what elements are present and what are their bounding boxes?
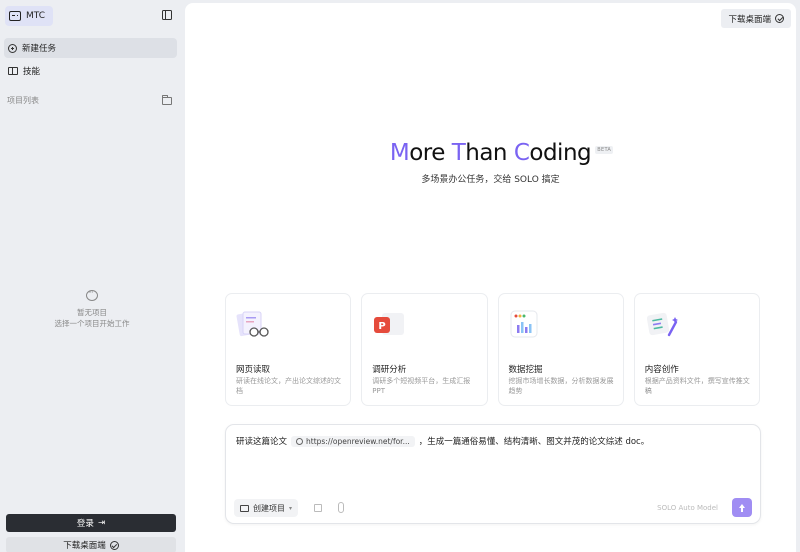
empty-hint: 选择一个项目开始工作 bbox=[54, 319, 130, 328]
book-icon bbox=[8, 67, 18, 75]
card-title: 网页读取 bbox=[236, 365, 271, 375]
composer-input[interactable]: 研读这篇论文 https://openreview.net/for... ，生成… bbox=[236, 435, 649, 447]
web-reading-icon bbox=[236, 311, 269, 337]
card-title: 调研分析 bbox=[372, 365, 407, 375]
hero: More Than Coding BETA 多场景办公任务，交给 SOLO 搞定 bbox=[185, 140, 796, 185]
beta-badge: BETA bbox=[595, 146, 614, 154]
writing-icon bbox=[646, 312, 678, 337]
download-icon bbox=[775, 14, 784, 23]
empty-projects: 暂无项目 选择一个项目开始工作 bbox=[0, 287, 184, 329]
link-chip[interactable]: https://openreview.net/for... bbox=[291, 435, 415, 447]
create-project-label: 创建项目 bbox=[253, 503, 285, 513]
workspace-name: MTC bbox=[26, 11, 46, 21]
project-list-header: 项目列表 bbox=[7, 94, 172, 106]
ppt-icon: P bbox=[374, 313, 405, 335]
mtc-logo-icon bbox=[9, 11, 21, 21]
arrow-up-icon bbox=[739, 503, 745, 512]
card-desc: 根据产品资料文件，撰写宣传推文稿 bbox=[644, 377, 750, 395]
login-label: 登录 bbox=[76, 519, 94, 529]
login-arrow-icon: ⇥ bbox=[97, 518, 106, 528]
chevron-down-icon: ▾ bbox=[289, 504, 293, 512]
scenario-card-research[interactable]: P 调研分析 调研多个短视频平台，生成汇报 PPT bbox=[361, 293, 488, 406]
download-label: 下载桌面端 bbox=[728, 14, 771, 25]
chat-icon bbox=[86, 287, 98, 301]
workspace-switcher[interactable]: MTC bbox=[5, 6, 54, 26]
scenario-cards: 网页读取 研读在线论文，产出论文综述的文档 P 调研分析 调研多个短视频平台，生… bbox=[225, 293, 760, 406]
composer-text-after: ，生成一篇通俗易懂、结构清晰、图文并茂的论文综述 doc。 bbox=[418, 437, 650, 447]
card-title: 内容创作 bbox=[644, 365, 679, 375]
folder-icon bbox=[240, 504, 249, 512]
new-folder-icon[interactable] bbox=[162, 94, 172, 105]
hero-subtitle: 多场景办公任务，交给 SOLO 搞定 bbox=[421, 175, 560, 185]
task-composer[interactable]: 研读这篇论文 https://openreview.net/for... ，生成… bbox=[225, 424, 761, 524]
header-download-button[interactable]: 下载桌面端 bbox=[721, 9, 791, 28]
main-panel: 下载桌面端 More Than Coding BETA 多场景办公任务，交给 S… bbox=[185, 3, 796, 552]
card-desc: 调研多个短视频平台，生成汇报 PPT bbox=[372, 377, 471, 395]
composer-text-before: 研读这篇论文 bbox=[236, 437, 288, 447]
sidebar-collapse-icon[interactable] bbox=[162, 10, 172, 20]
sidebar-item-skills[interactable]: 技能 bbox=[4, 61, 177, 81]
sidebar-item-label: 技能 bbox=[23, 67, 41, 77]
download-label: 下载桌面端 bbox=[63, 541, 106, 551]
sidebar-item-new-task[interactable]: 新建任务 bbox=[4, 38, 177, 58]
scenario-card-data-mining[interactable]: 数据挖掘 挖掘市场增长数据，分析数据发展趋势 bbox=[497, 293, 624, 406]
sidebar-download-button[interactable]: 下载桌面端 bbox=[6, 537, 176, 552]
empty-title: 暂无项目 bbox=[77, 308, 107, 317]
chart-icon bbox=[510, 310, 537, 338]
login-button[interactable]: 登录 ⇥ bbox=[6, 514, 176, 532]
project-list-title: 项目列表 bbox=[7, 96, 39, 105]
plus-circle-icon bbox=[8, 43, 17, 53]
scenario-card-web-reading[interactable]: 网页读取 研读在线论文，产出论文综述的文档 bbox=[225, 293, 352, 406]
globe-icon bbox=[296, 437, 304, 445]
svg-text:P: P bbox=[379, 321, 386, 332]
checklist-icon[interactable] bbox=[314, 504, 322, 512]
download-icon bbox=[109, 540, 119, 550]
card-title: 数据挖掘 bbox=[508, 365, 543, 375]
card-desc: 挖掘市场增长数据，分析数据发展趋势 bbox=[508, 377, 614, 395]
create-project-button[interactable]: 创建项目 ▾ bbox=[234, 499, 299, 517]
send-button[interactable] bbox=[732, 498, 752, 517]
sidebar: MTC 新建任务 技能 项目列表 暂无项目 选择一个项目开始工作 登录 ⇥ 下载… bbox=[0, 0, 184, 552]
hero-title: More Than Coding BETA bbox=[389, 140, 614, 166]
model-selector[interactable]: SOLO Auto Model bbox=[657, 504, 718, 512]
scenario-card-content-creation[interactable]: 内容创作 根据产品资料文件，撰写宣传推文稿 bbox=[633, 293, 760, 406]
attachment-icon[interactable] bbox=[338, 502, 344, 513]
link-url: https://openreview.net/for... bbox=[306, 436, 410, 446]
card-desc: 研读在线论文，产出论文综述的文档 bbox=[236, 377, 341, 395]
sidebar-item-label: 新建任务 bbox=[22, 44, 57, 54]
